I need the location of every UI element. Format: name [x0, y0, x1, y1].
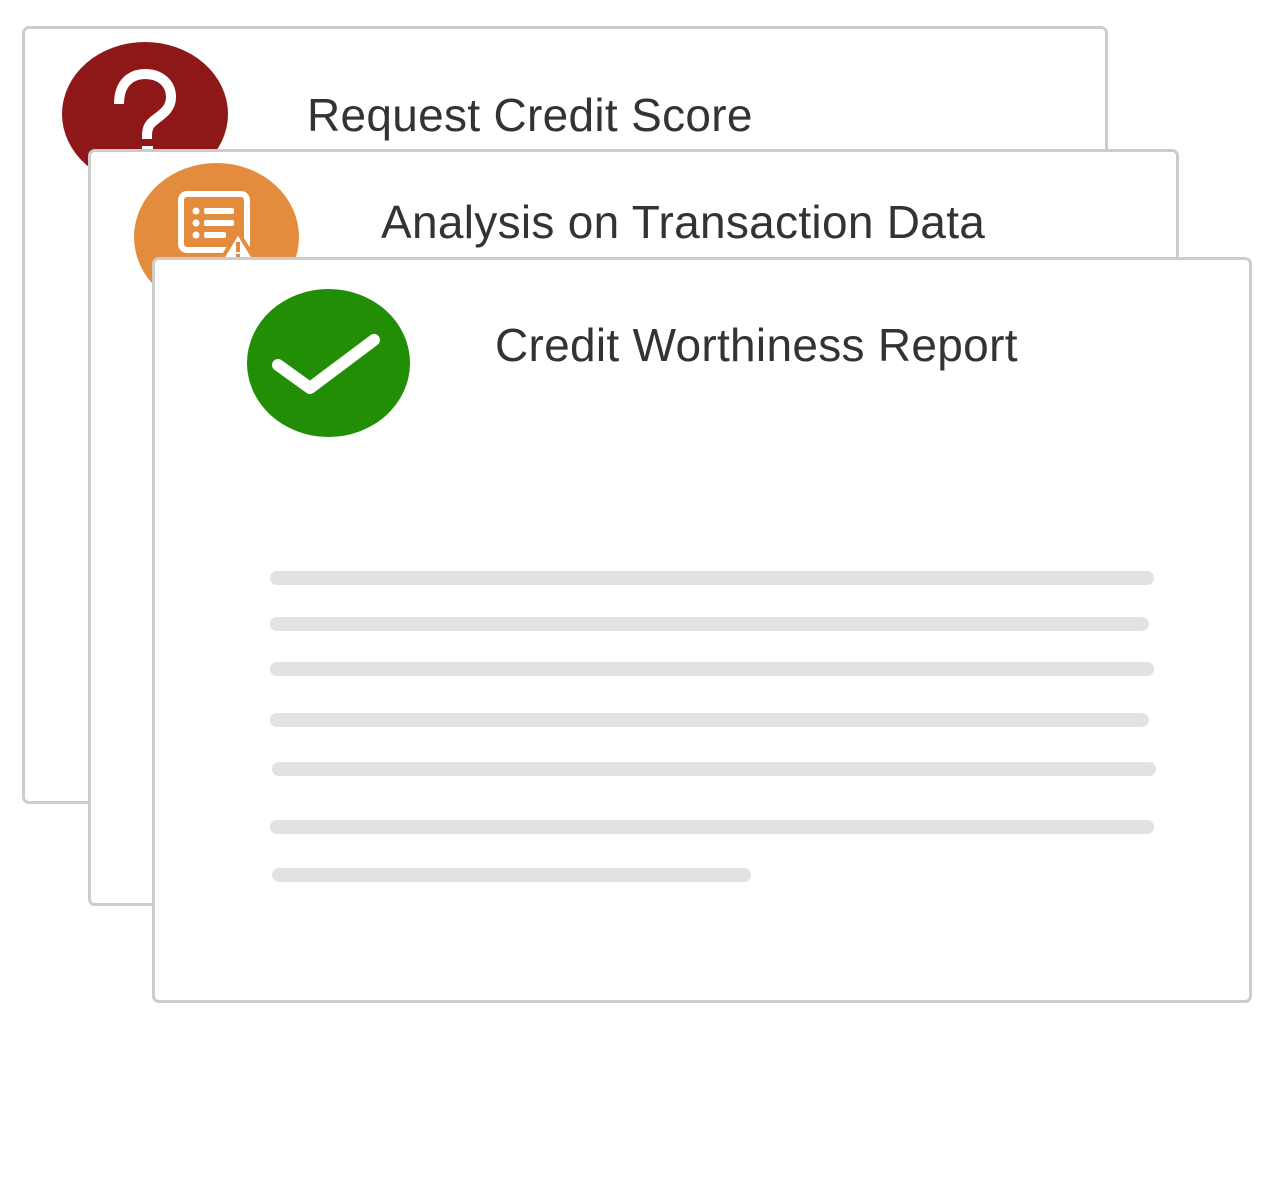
card-title-request-credit-score: Request Credit Score — [307, 89, 753, 141]
step-card-credit-worthiness-report: Credit Worthiness Report — [152, 257, 1252, 1003]
checkmark-badge — [247, 289, 410, 437]
placeholder-text-line — [270, 820, 1154, 834]
placeholder-text-line — [270, 713, 1149, 727]
card-title-transaction-analysis: Analysis on Transaction Data — [381, 196, 986, 248]
placeholder-text-line — [270, 662, 1154, 676]
placeholder-text-line — [272, 868, 751, 882]
placeholder-text-line — [270, 571, 1154, 585]
card-title-credit-worthiness-report: Credit Worthiness Report — [495, 319, 1018, 371]
placeholder-text-line — [270, 617, 1149, 631]
placeholder-text-line — [272, 762, 1156, 776]
checkmark-icon — [272, 334, 380, 394]
